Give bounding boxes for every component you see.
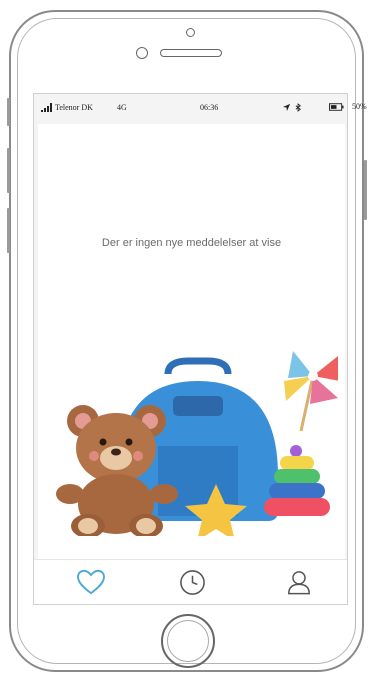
front-camera — [186, 28, 195, 37]
mute-switch — [7, 98, 10, 126]
phone-screen: Telenor DK 4G 06:36 Der er ingen nye med… — [33, 93, 348, 605]
empty-state-message: Der er ingen nye meddelelser at vise — [101, 237, 282, 249]
battery-percent: 50% — [352, 102, 367, 111]
carrier-name: Telenor DK — [55, 103, 93, 112]
toys-illustration — [56, 351, 338, 536]
profile-icon — [288, 570, 310, 594]
heart-icon — [77, 569, 105, 595]
status-time: 06:36 — [200, 103, 219, 112]
volume-up-button — [7, 148, 10, 193]
location-arrow-icon — [282, 103, 291, 112]
tab-favorites[interactable] — [76, 567, 106, 597]
proximity-sensor — [136, 47, 148, 59]
clock-icon — [179, 569, 205, 595]
power-button — [364, 160, 367, 220]
tab-history[interactable] — [177, 567, 207, 597]
status-bar: Telenor DK 4G 06:36 — [34, 94, 347, 124]
earpiece-speaker — [160, 49, 222, 57]
tab-profile[interactable] — [284, 567, 314, 597]
bluetooth-icon — [295, 103, 301, 112]
home-button[interactable] — [161, 614, 215, 668]
bottom-tab-bar — [34, 559, 347, 604]
volume-down-button — [7, 208, 10, 253]
battery-icon — [329, 103, 344, 111]
signal-bars-icon — [41, 103, 52, 112]
network-type: 4G — [117, 103, 127, 112]
